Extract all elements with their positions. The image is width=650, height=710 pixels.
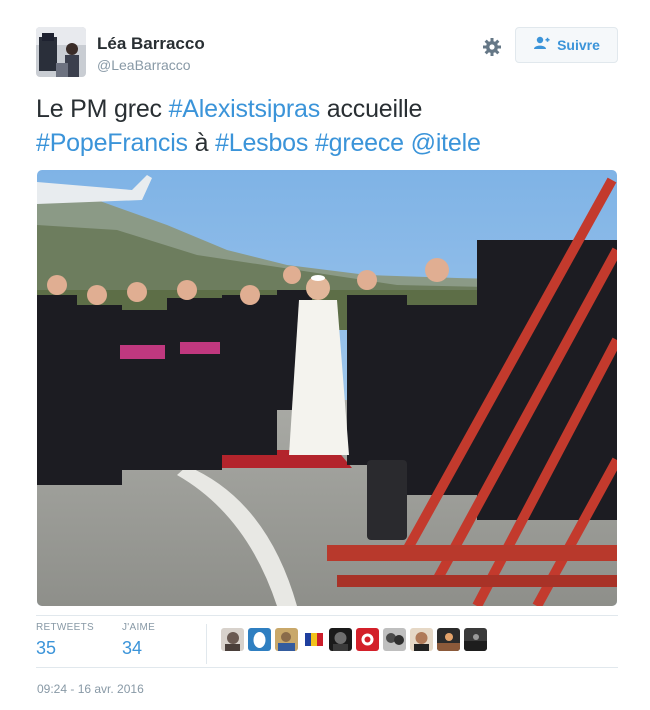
liker-avatar[interactable] <box>383 628 406 651</box>
liker-avatar[interactable] <box>464 628 487 651</box>
likers-avatars <box>221 628 487 654</box>
liker-avatar[interactable] <box>329 628 352 651</box>
liker-avatar[interactable] <box>275 628 298 651</box>
divider <box>36 667 618 668</box>
gear-icon[interactable] <box>482 37 502 57</box>
liker-avatar[interactable] <box>248 628 271 651</box>
divider <box>36 615 618 616</box>
avatar[interactable] <box>36 27 86 77</box>
liker-avatar[interactable] <box>221 628 244 651</box>
follow-button-label: Suivre <box>557 37 600 53</box>
tweet-text-part: accueille <box>320 95 423 123</box>
tweet-text-part: Le PM grec <box>36 95 169 123</box>
tweet-text: Le PM grec #Alexistsipras accueille #Pope… <box>36 92 618 160</box>
hashtag-alexistsipras[interactable]: #Alexistsipras <box>169 95 321 123</box>
likes-count: 34 <box>122 638 143 658</box>
likes-stat[interactable]: J'AIME 34 <box>122 622 155 659</box>
tweet-text-part: à <box>187 129 216 157</box>
hashtag-popefrancis[interactable]: #PopeFrancis <box>36 129 188 157</box>
tweet-text-part <box>308 129 315 157</box>
liker-avatar[interactable] <box>302 628 325 651</box>
follow-button[interactable]: Suivre <box>515 27 618 63</box>
stats-separator <box>206 624 207 664</box>
user-handle[interactable]: @LeaBarracco <box>97 57 191 73</box>
hashtag-lesbos[interactable]: #Lesbos <box>215 129 308 157</box>
liker-avatar[interactable] <box>437 628 460 651</box>
tweet-photo[interactable] <box>37 170 617 606</box>
tweet-text-part <box>404 129 411 157</box>
user-name[interactable]: Léa Barracco <box>97 34 205 54</box>
retweets-stat[interactable]: RETWEETS 35 <box>36 622 94 659</box>
liker-avatar[interactable] <box>356 628 379 651</box>
mention-itele[interactable]: @itele <box>411 129 481 157</box>
retweets-count: 35 <box>36 638 57 658</box>
add-user-icon <box>533 36 550 55</box>
likes-label: J'AIME <box>122 622 156 633</box>
liker-avatar[interactable] <box>410 628 433 651</box>
retweets-label: RETWEETS <box>36 622 94 633</box>
tweet-header: Léa Barracco @LeaBarracco Suivre <box>36 27 618 79</box>
hashtag-greece[interactable]: #greece <box>315 129 404 157</box>
tweet-timestamp[interactable]: 09:24 - 16 avr. 2016 <box>37 682 144 696</box>
